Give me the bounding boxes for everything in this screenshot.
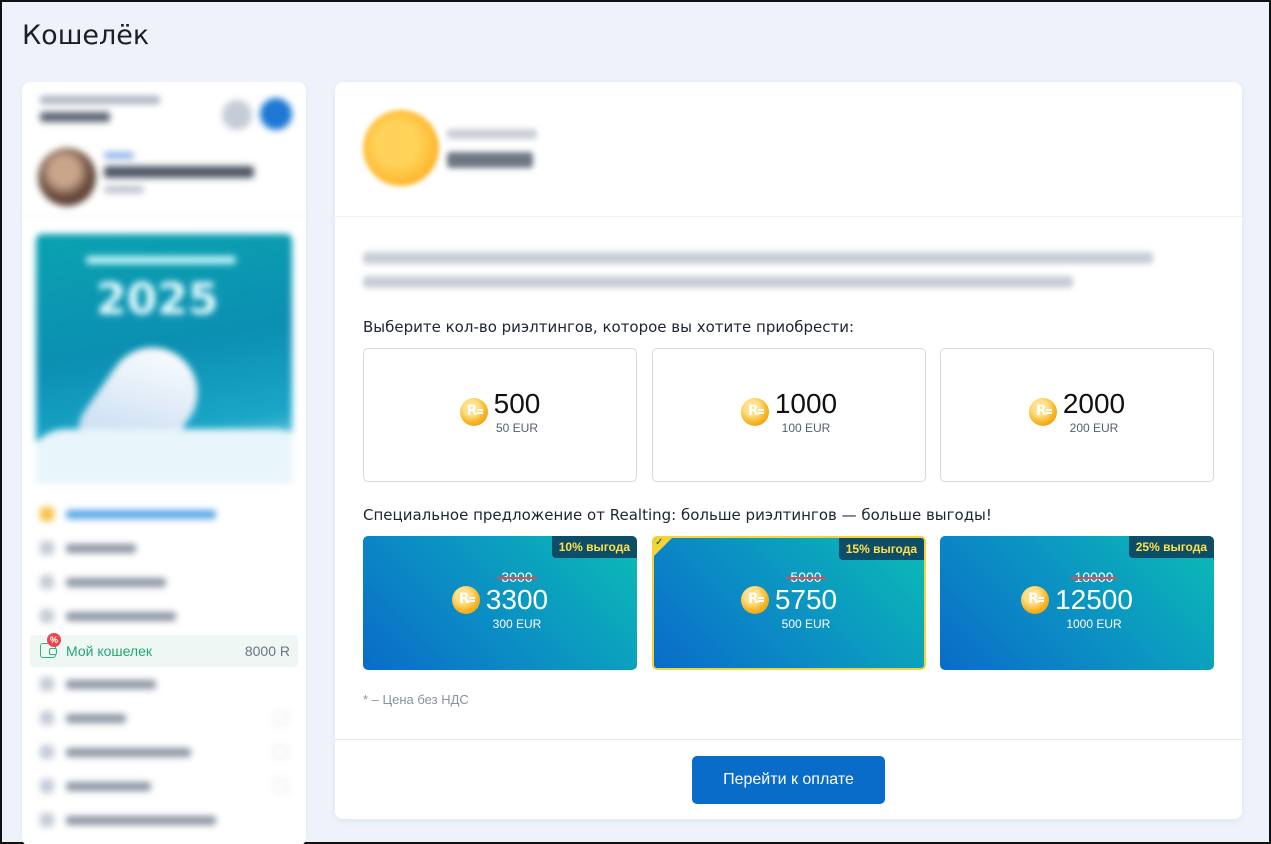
choose-amount-label: Выберите кол-во риэлтингов, которое вы х… xyxy=(363,318,855,336)
divider xyxy=(335,739,1242,740)
avatar-button[interactable] xyxy=(260,98,292,130)
sidebar-item[interactable] xyxy=(22,803,306,837)
old-amount: 3000 xyxy=(497,569,537,585)
avatar xyxy=(38,148,96,206)
offer-price: 500 EUR xyxy=(781,617,831,631)
discount-tag: 15% выгода xyxy=(838,538,924,560)
sidebar-item-wallet[interactable]: % Мой кошелек 8000 R xyxy=(30,633,298,667)
intro-text xyxy=(363,252,1163,300)
vat-note: * – Цена без НДС xyxy=(363,692,469,707)
sidebar: 2025 % Мой кошелек 8000 R xyxy=(22,82,306,844)
sidebar-item[interactable] xyxy=(22,769,306,803)
special-offer-label: Специальное предложение от Realting: бол… xyxy=(363,506,992,524)
proceed-to-payment-button[interactable]: Перейти к оплате xyxy=(692,756,885,804)
sidebar-item[interactable] xyxy=(22,667,306,701)
sidebar-item[interactable] xyxy=(22,565,306,599)
offer-amount: 3300 xyxy=(485,584,549,615)
package-price: 200 EUR xyxy=(1069,421,1119,435)
user-avatar xyxy=(363,110,439,186)
page-title: Кошелёк xyxy=(22,20,150,51)
offer-price: 1000 EUR xyxy=(1066,617,1122,631)
realting-coin-icon xyxy=(459,398,488,426)
discount-badge-icon: % xyxy=(47,633,61,647)
offer-option[interactable]: 25% выгода 10000 12500 1000 EUR xyxy=(940,536,1214,670)
old-amount: 10000 xyxy=(1070,569,1118,585)
realting-coin-icon xyxy=(740,586,769,614)
promo-banner[interactable]: 2025 xyxy=(36,234,292,484)
package-price: 100 EUR xyxy=(781,421,831,435)
offer-option[interactable]: 10% выгода 3000 3300 300 EUR xyxy=(363,536,637,670)
sidebar-item-label: Мой кошелек xyxy=(66,643,153,659)
sidebar-item[interactable] xyxy=(22,497,306,531)
sidebar-item[interactable] xyxy=(22,701,306,735)
package-option[interactable]: 500 50 EUR xyxy=(363,348,637,482)
offer-amount: 5750 xyxy=(774,584,838,615)
discount-tag: 10% выгода xyxy=(551,536,637,558)
wallet-balance: 8000 R xyxy=(244,643,290,659)
realting-coin-icon xyxy=(1021,586,1050,614)
package-amount: 500 xyxy=(493,388,541,419)
sidebar-item[interactable] xyxy=(22,735,306,769)
check-icon: ✓ xyxy=(654,538,672,556)
package-option[interactable]: 1000 100 EUR xyxy=(652,348,926,482)
settings-icon[interactable] xyxy=(222,100,252,130)
package-amount: 2000 xyxy=(1062,388,1126,419)
realting-coin-icon xyxy=(1028,398,1057,426)
card-header xyxy=(335,82,1242,217)
realting-coin-icon xyxy=(740,398,769,426)
sidebar-item[interactable] xyxy=(22,599,306,633)
discount-tag: 25% выгода xyxy=(1128,536,1214,558)
realting-coin-icon xyxy=(451,586,480,614)
package-price: 50 EUR xyxy=(495,421,539,435)
old-amount: 5000 xyxy=(786,569,826,585)
offer-price: 300 EUR xyxy=(492,617,542,631)
offer-amount: 12500 xyxy=(1055,584,1133,615)
offer-option-selected[interactable]: ✓ 15% выгода 5000 5750 500 EUR xyxy=(652,536,926,670)
package-option[interactable]: 2000 200 EUR xyxy=(940,348,1214,482)
package-amount: 1000 xyxy=(774,388,838,419)
wallet-card: Выберите кол-во риэлтингов, которое вы х… xyxy=(335,82,1242,819)
sidebar-menu: % Мой кошелек 8000 R xyxy=(22,497,306,837)
sidebar-item[interactable] xyxy=(22,531,306,565)
sidebar-profile xyxy=(22,82,306,217)
